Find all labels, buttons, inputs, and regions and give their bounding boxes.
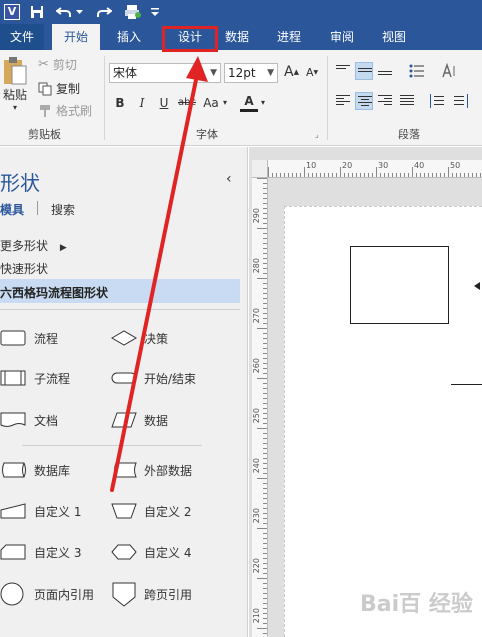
annotation-arrow (110, 56, 208, 492)
watermark-logo: Bai百 经验 (360, 592, 473, 617)
